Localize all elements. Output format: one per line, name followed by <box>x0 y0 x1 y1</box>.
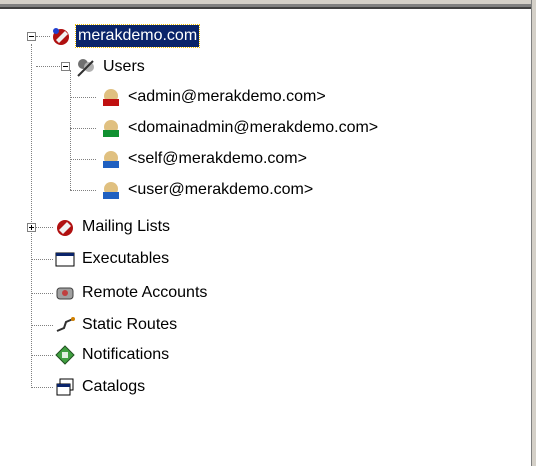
tree-node-static-routes[interactable]: Static Routes <box>54 312 179 338</box>
tree-line <box>36 36 50 37</box>
tree-node-label: Static Routes <box>82 316 178 333</box>
tree-node-label: <user@merakdemo.com> <box>128 181 314 198</box>
panel-edge <box>531 0 536 466</box>
notifications-icon <box>54 344 76 366</box>
user-icon <box>100 179 122 201</box>
tree-node-notifications[interactable]: Notifications <box>54 342 171 368</box>
tree-line <box>31 293 53 294</box>
user-icon <box>100 148 122 170</box>
expand-mailing-lists-button[interactable] <box>27 223 36 232</box>
tree-node-label: merakdemo.com <box>74 24 201 48</box>
tree-node-user-self[interactable]: <self@merakdemo.com> <box>100 146 309 172</box>
tree-view: merakdemo.com Users <admin@merakdemo.com… <box>0 0 531 466</box>
tree-line <box>31 325 53 326</box>
domain-icon <box>50 25 72 47</box>
tree-line <box>31 44 32 388</box>
static-routes-icon <box>54 314 76 336</box>
tree-node-executables[interactable]: Executables <box>54 246 171 272</box>
tree-node-user-admin[interactable]: <admin@merakdemo.com> <box>100 84 328 110</box>
admin-user-icon <box>100 86 122 108</box>
tree-node-label: <admin@merakdemo.com> <box>128 88 326 105</box>
users-icon <box>75 56 97 78</box>
tree-node-catalogs[interactable]: Catalogs <box>54 374 147 400</box>
tree-line <box>36 227 53 228</box>
remote-accounts-icon <box>54 282 76 304</box>
tree-node-remote-accounts[interactable]: Remote Accounts <box>54 280 209 306</box>
tree-line <box>70 97 96 98</box>
tree-line <box>70 190 96 191</box>
collapse-domain-button[interactable] <box>27 32 36 41</box>
mailing-lists-icon <box>54 216 76 238</box>
tree-line <box>31 355 53 356</box>
tree-line <box>31 259 53 260</box>
tree-node-label: Catalogs <box>82 378 146 395</box>
catalogs-icon <box>54 376 76 398</box>
tree-node-label: <self@merakdemo.com> <box>128 150 307 167</box>
collapse-users-button[interactable] <box>61 62 70 71</box>
tree-node-mailing-lists[interactable]: Mailing Lists <box>54 214 172 240</box>
tree-node-users[interactable]: Users <box>75 54 147 80</box>
tree-line <box>70 70 71 190</box>
tree-node-user-user[interactable]: <user@merakdemo.com> <box>100 177 315 203</box>
tree-line <box>70 128 96 129</box>
tree-node-label: Mailing Lists <box>82 218 171 235</box>
tree-line <box>31 387 53 388</box>
tree-node-label: Remote Accounts <box>82 284 208 301</box>
tree-node-domain[interactable]: merakdemo.com <box>50 23 201 49</box>
domain-admin-user-icon <box>100 117 122 139</box>
tree-line <box>70 159 96 160</box>
tree-node-label: Users <box>103 58 145 75</box>
tree-node-label: Executables <box>82 250 170 267</box>
tree-node-user-domainadmin[interactable]: <domainadmin@merakdemo.com> <box>100 115 380 141</box>
executables-icon <box>54 248 76 270</box>
tree-node-label: Notifications <box>82 346 170 363</box>
tree-node-label: <domainadmin@merakdemo.com> <box>128 119 379 136</box>
